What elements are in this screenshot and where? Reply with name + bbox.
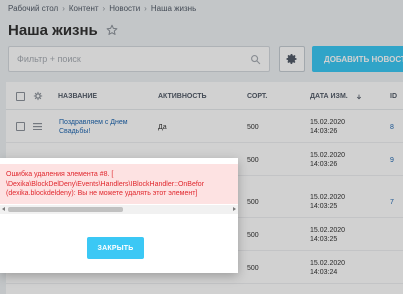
horizontal-scrollbar[interactable] (0, 205, 238, 214)
error-dialog: Ошибка удаления элемента #8. [ \Dexika\B… (0, 158, 238, 273)
error-message-box: Ошибка удаления элемента #8. [ \Dexika\B… (0, 164, 238, 204)
scroll-left-arrow-icon[interactable] (2, 207, 5, 211)
scroll-right-arrow-icon[interactable] (233, 207, 236, 211)
error-message: Ошибка удаления элемента #8. [ \Dexika\B… (6, 171, 205, 197)
page: Рабочий стол › Контент › Новости › Наша жизнь … (0, 0, 403, 294)
scrollbar-thumb[interactable] (8, 207, 123, 212)
close-button[interactable]: ЗАКРЫТЬ (87, 237, 144, 259)
